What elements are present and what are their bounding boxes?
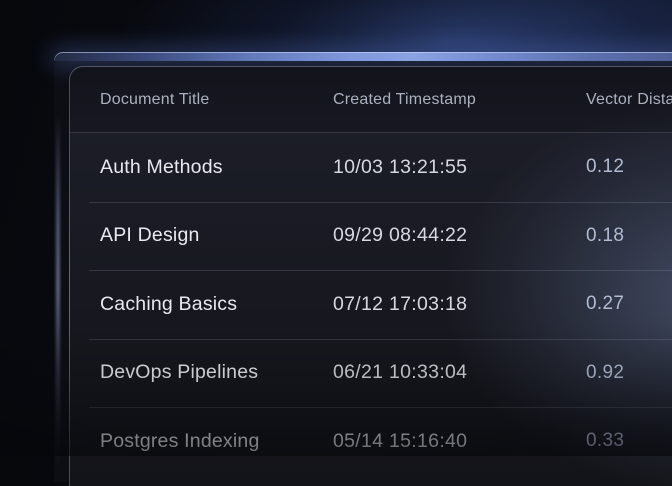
cell-document-title: Auth Methods <box>100 156 333 179</box>
cell-document-title: Postgres Indexing <box>100 430 333 453</box>
screen-edge-reflection <box>56 118 60 474</box>
table-row[interactable]: API Design 09/29 08:44:22 0.18 <box>70 202 672 271</box>
cell-vector-distance: 0.92 <box>586 362 672 384</box>
table-row[interactable]: Auth Methods 10/03 13:21:55 0.12 <box>70 133 672 202</box>
column-header-document-title: Document Title <box>100 91 333 109</box>
cell-vector-distance: 0.18 <box>586 225 672 247</box>
column-header-created-timestamp: Created Timestamp <box>333 91 586 109</box>
table-row[interactable]: Postgres Indexing 05/14 15:16:40 0.33 <box>70 407 672 476</box>
column-header-vector-distance: Vector Distance <box>586 91 672 109</box>
document-table-card: Document Title Created Timestamp Vector … <box>69 66 672 486</box>
cell-vector-distance: 0.33 <box>586 430 672 452</box>
table-row[interactable]: DevOps Pipelines 06/21 10:33:04 0.92 <box>70 339 672 408</box>
cell-document-title: Caching Basics <box>100 293 333 316</box>
cell-created-timestamp: 06/21 10:33:04 <box>333 361 586 384</box>
cell-created-timestamp: 09/29 08:44:22 <box>333 224 586 247</box>
screen-glow-edge <box>54 52 672 61</box>
table-body: Auth Methods 10/03 13:21:55 0.12 API Des… <box>70 133 672 476</box>
cell-vector-distance: 0.27 <box>586 293 672 315</box>
cell-document-title: API Design <box>100 224 333 247</box>
cell-vector-distance: 0.12 <box>586 156 672 178</box>
cell-created-timestamp: 05/14 15:16:40 <box>333 430 586 453</box>
cell-document-title: DevOps Pipelines <box>100 361 333 384</box>
table-row[interactable]: Caching Basics 07/12 17:03:18 0.27 <box>70 270 672 339</box>
table-header-row: Document Title Created Timestamp Vector … <box>70 67 672 133</box>
page-background: Document Title Created Timestamp Vector … <box>0 0 672 456</box>
cell-created-timestamp: 10/03 13:21:55 <box>333 156 586 179</box>
cell-created-timestamp: 07/12 17:03:18 <box>333 293 586 316</box>
